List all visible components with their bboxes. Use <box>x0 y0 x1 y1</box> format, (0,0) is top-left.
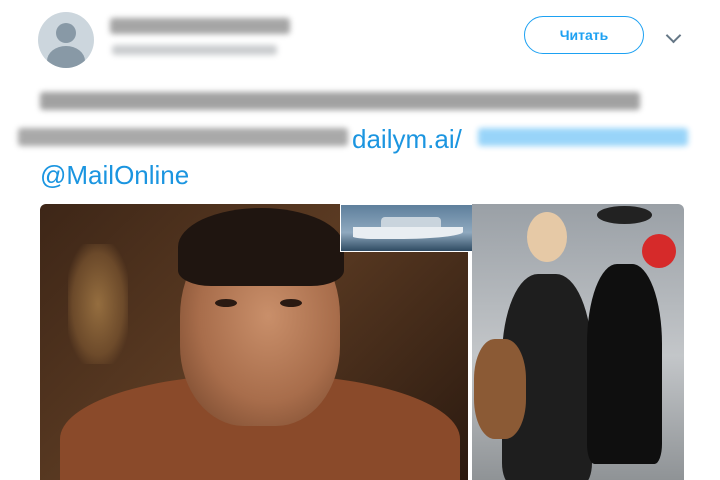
redacted-tweet-text-line2 <box>18 128 348 146</box>
mention-mailonline[interactable]: @MailOnline <box>40 160 189 191</box>
redacted-username <box>112 45 277 55</box>
redacted-tweet-text <box>40 92 640 110</box>
follow-button[interactable]: Читать <box>524 16 644 54</box>
default-avatar-icon <box>56 23 76 43</box>
tweet-link[interactable]: dailym.ai/ <box>352 124 462 155</box>
tweet-media[interactable] <box>40 204 684 480</box>
photo-women-walking[interactable] <box>472 204 684 480</box>
redacted-link-path <box>478 128 688 146</box>
chevron-down-icon[interactable] <box>665 27 682 44</box>
photo-yacht-inset <box>340 204 480 252</box>
redacted-display-name <box>110 18 290 34</box>
avatar[interactable] <box>38 12 94 68</box>
